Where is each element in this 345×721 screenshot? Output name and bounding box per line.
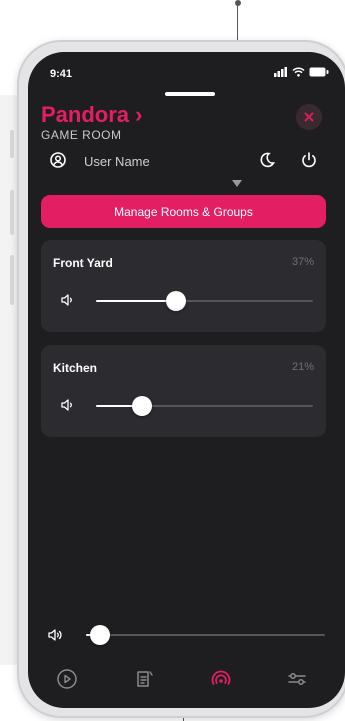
room-volume-slider[interactable] (96, 396, 313, 416)
user-name[interactable]: User Name (84, 154, 150, 169)
speaker-icon[interactable] (61, 293, 75, 311)
close-button[interactable] (296, 104, 322, 130)
power-icon[interactable] (300, 151, 318, 174)
sleep-timer-icon[interactable] (258, 151, 276, 174)
speaker-icon[interactable] (61, 398, 75, 416)
background-bar (10, 130, 14, 158)
manage-rooms-button[interactable]: Manage Rooms & Groups (41, 195, 326, 228)
nav-play-icon[interactable] (56, 668, 80, 692)
background-bar (10, 190, 14, 235)
source-title[interactable]: Pandora › (41, 102, 142, 128)
user-row: User Name (28, 148, 345, 176)
slider-thumb[interactable] (90, 625, 111, 645)
room-card-front-yard: Front Yard 37% (41, 240, 326, 332)
battery-icon (309, 67, 329, 77)
signal-icon (274, 67, 287, 77)
room-name: Front Yard (53, 256, 113, 270)
nav-sources-icon[interactable] (209, 668, 233, 692)
annotation-arrow (232, 180, 242, 187)
nav-queue-icon[interactable] (134, 668, 158, 692)
room-volume-slider[interactable] (96, 291, 313, 311)
sheet-handle[interactable] (165, 92, 215, 96)
annotation-dot (235, 0, 241, 6)
app-screen: 9:41 Pandora › GAME ROOM User Name Manag… (28, 52, 345, 708)
slider-fill (96, 300, 177, 302)
master-volume-slider[interactable] (86, 625, 325, 645)
master-volume-row (28, 622, 345, 652)
close-icon (304, 112, 314, 122)
bottom-nav (28, 662, 345, 702)
room-volume-percent: 37% (291, 256, 314, 268)
room-subtitle: GAME ROOM (41, 128, 122, 142)
slider-thumb[interactable] (166, 291, 187, 311)
room-name: Kitchen (53, 361, 98, 375)
master-speaker-icon[interactable] (48, 628, 64, 646)
room-volume-percent: 21% (291, 361, 314, 373)
slider-thumb[interactable] (131, 396, 152, 416)
room-card-kitchen: Kitchen 21% (41, 345, 326, 437)
user-icon[interactable] (50, 152, 66, 173)
status-bar: 9:41 (28, 52, 345, 92)
stage: 9:41 Pandora › GAME ROOM User Name Manag… (0, 0, 345, 721)
wifi-icon (292, 67, 305, 77)
status-time: 9:41 (50, 68, 73, 80)
system-icons (274, 67, 329, 77)
background-bar (10, 255, 14, 305)
nav-settings-icon[interactable] (286, 668, 310, 692)
